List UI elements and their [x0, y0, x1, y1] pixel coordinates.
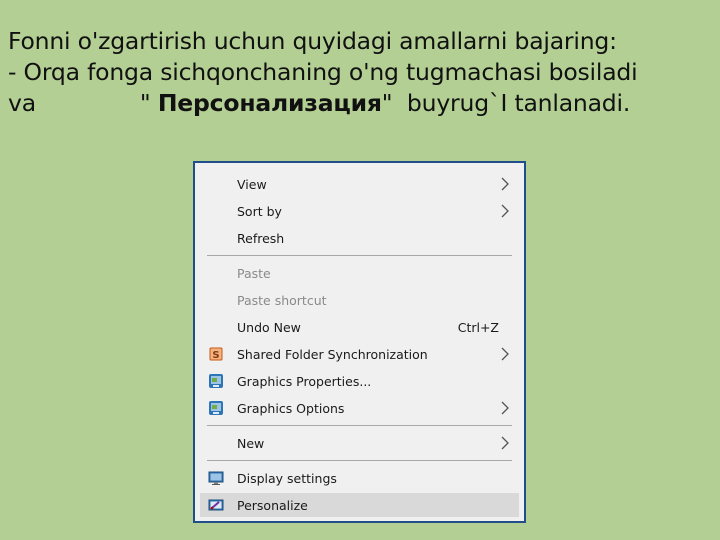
menu-item-personalize[interactable]: Personalize: [200, 493, 519, 517]
menu-item-shared-folder-sync[interactable]: S Shared Folder Synchronization: [200, 342, 519, 366]
chevron-right-icon: [501, 204, 509, 218]
menu-item-label: Personalize: [237, 497, 308, 513]
personalize-icon: [208, 499, 224, 511]
menu-separator: [207, 255, 512, 256]
menu-item-display-settings[interactable]: Display settings: [200, 466, 519, 490]
menu-item-label: Graphics Properties...: [237, 373, 372, 389]
menu-item-new[interactable]: New: [200, 431, 519, 455]
menu-item-label: Display settings: [237, 470, 337, 486]
instructions-text: Fonni o'zgartirish uchun quyidagi amalla…: [8, 26, 718, 119]
menu-item-undo-new[interactable]: Undo New Ctrl+Z: [200, 315, 519, 339]
menu-item-view[interactable]: View: [200, 172, 519, 196]
instruction-quote-open: ": [139, 89, 158, 117]
menu-item-shortcut: Ctrl+Z: [457, 319, 499, 335]
menu-item-graphics-options[interactable]: Graphics Options: [200, 396, 519, 420]
menu-item-paste[interactable]: Paste: [200, 261, 519, 285]
menu-item-label: View: [237, 176, 267, 192]
chevron-right-icon: [501, 436, 509, 450]
menu-item-label: Shared Folder Synchronization: [237, 346, 428, 362]
chevron-right-icon: [501, 347, 509, 361]
instruction-line-2: - Orqa fonga sichqonchaning o'ng tugmach…: [8, 58, 638, 86]
menu-item-sort-by[interactable]: Sort by: [200, 199, 519, 223]
svg-text:S: S: [212, 350, 219, 361]
instruction-line-1: Fonni o'zgartirish uchun quyidagi amalla…: [8, 27, 617, 55]
menu-item-label: Graphics Options: [237, 400, 345, 416]
menu-item-paste-shortcut[interactable]: Paste shortcut: [200, 288, 519, 312]
menu-item-label: Paste: [237, 265, 271, 281]
menu-item-label: Refresh: [237, 230, 285, 246]
menu-item-label: Undo New: [237, 319, 301, 335]
menu-item-graphics-properties[interactable]: Graphics Properties...: [200, 369, 519, 393]
instruction-line-3: va " Персонализация" buyrug`I tanlanadi.: [8, 88, 718, 119]
menu-item-label: New: [237, 435, 265, 451]
chevron-right-icon: [501, 401, 509, 415]
monitor-icon: [208, 471, 224, 485]
sync-s-icon: S: [209, 347, 223, 361]
menu-item-refresh[interactable]: Refresh: [200, 226, 519, 250]
instruction-line-3-prefix: va: [8, 89, 36, 117]
graphics-icon: [209, 401, 223, 415]
menu-item-label: Paste shortcut: [237, 292, 327, 308]
instruction-line-3-suffix: " buyrug`I tanlanadi.: [381, 89, 631, 117]
menu-item-label: Sort by: [237, 203, 282, 219]
chevron-right-icon: [501, 177, 509, 191]
personalization-command-name: Персонализация: [157, 89, 382, 117]
desktop-context-menu: View Sort by Refresh Paste Paste shortcu…: [193, 161, 526, 523]
menu-separator: [207, 425, 512, 426]
graphics-icon: [209, 374, 223, 388]
menu-separator: [207, 460, 512, 461]
